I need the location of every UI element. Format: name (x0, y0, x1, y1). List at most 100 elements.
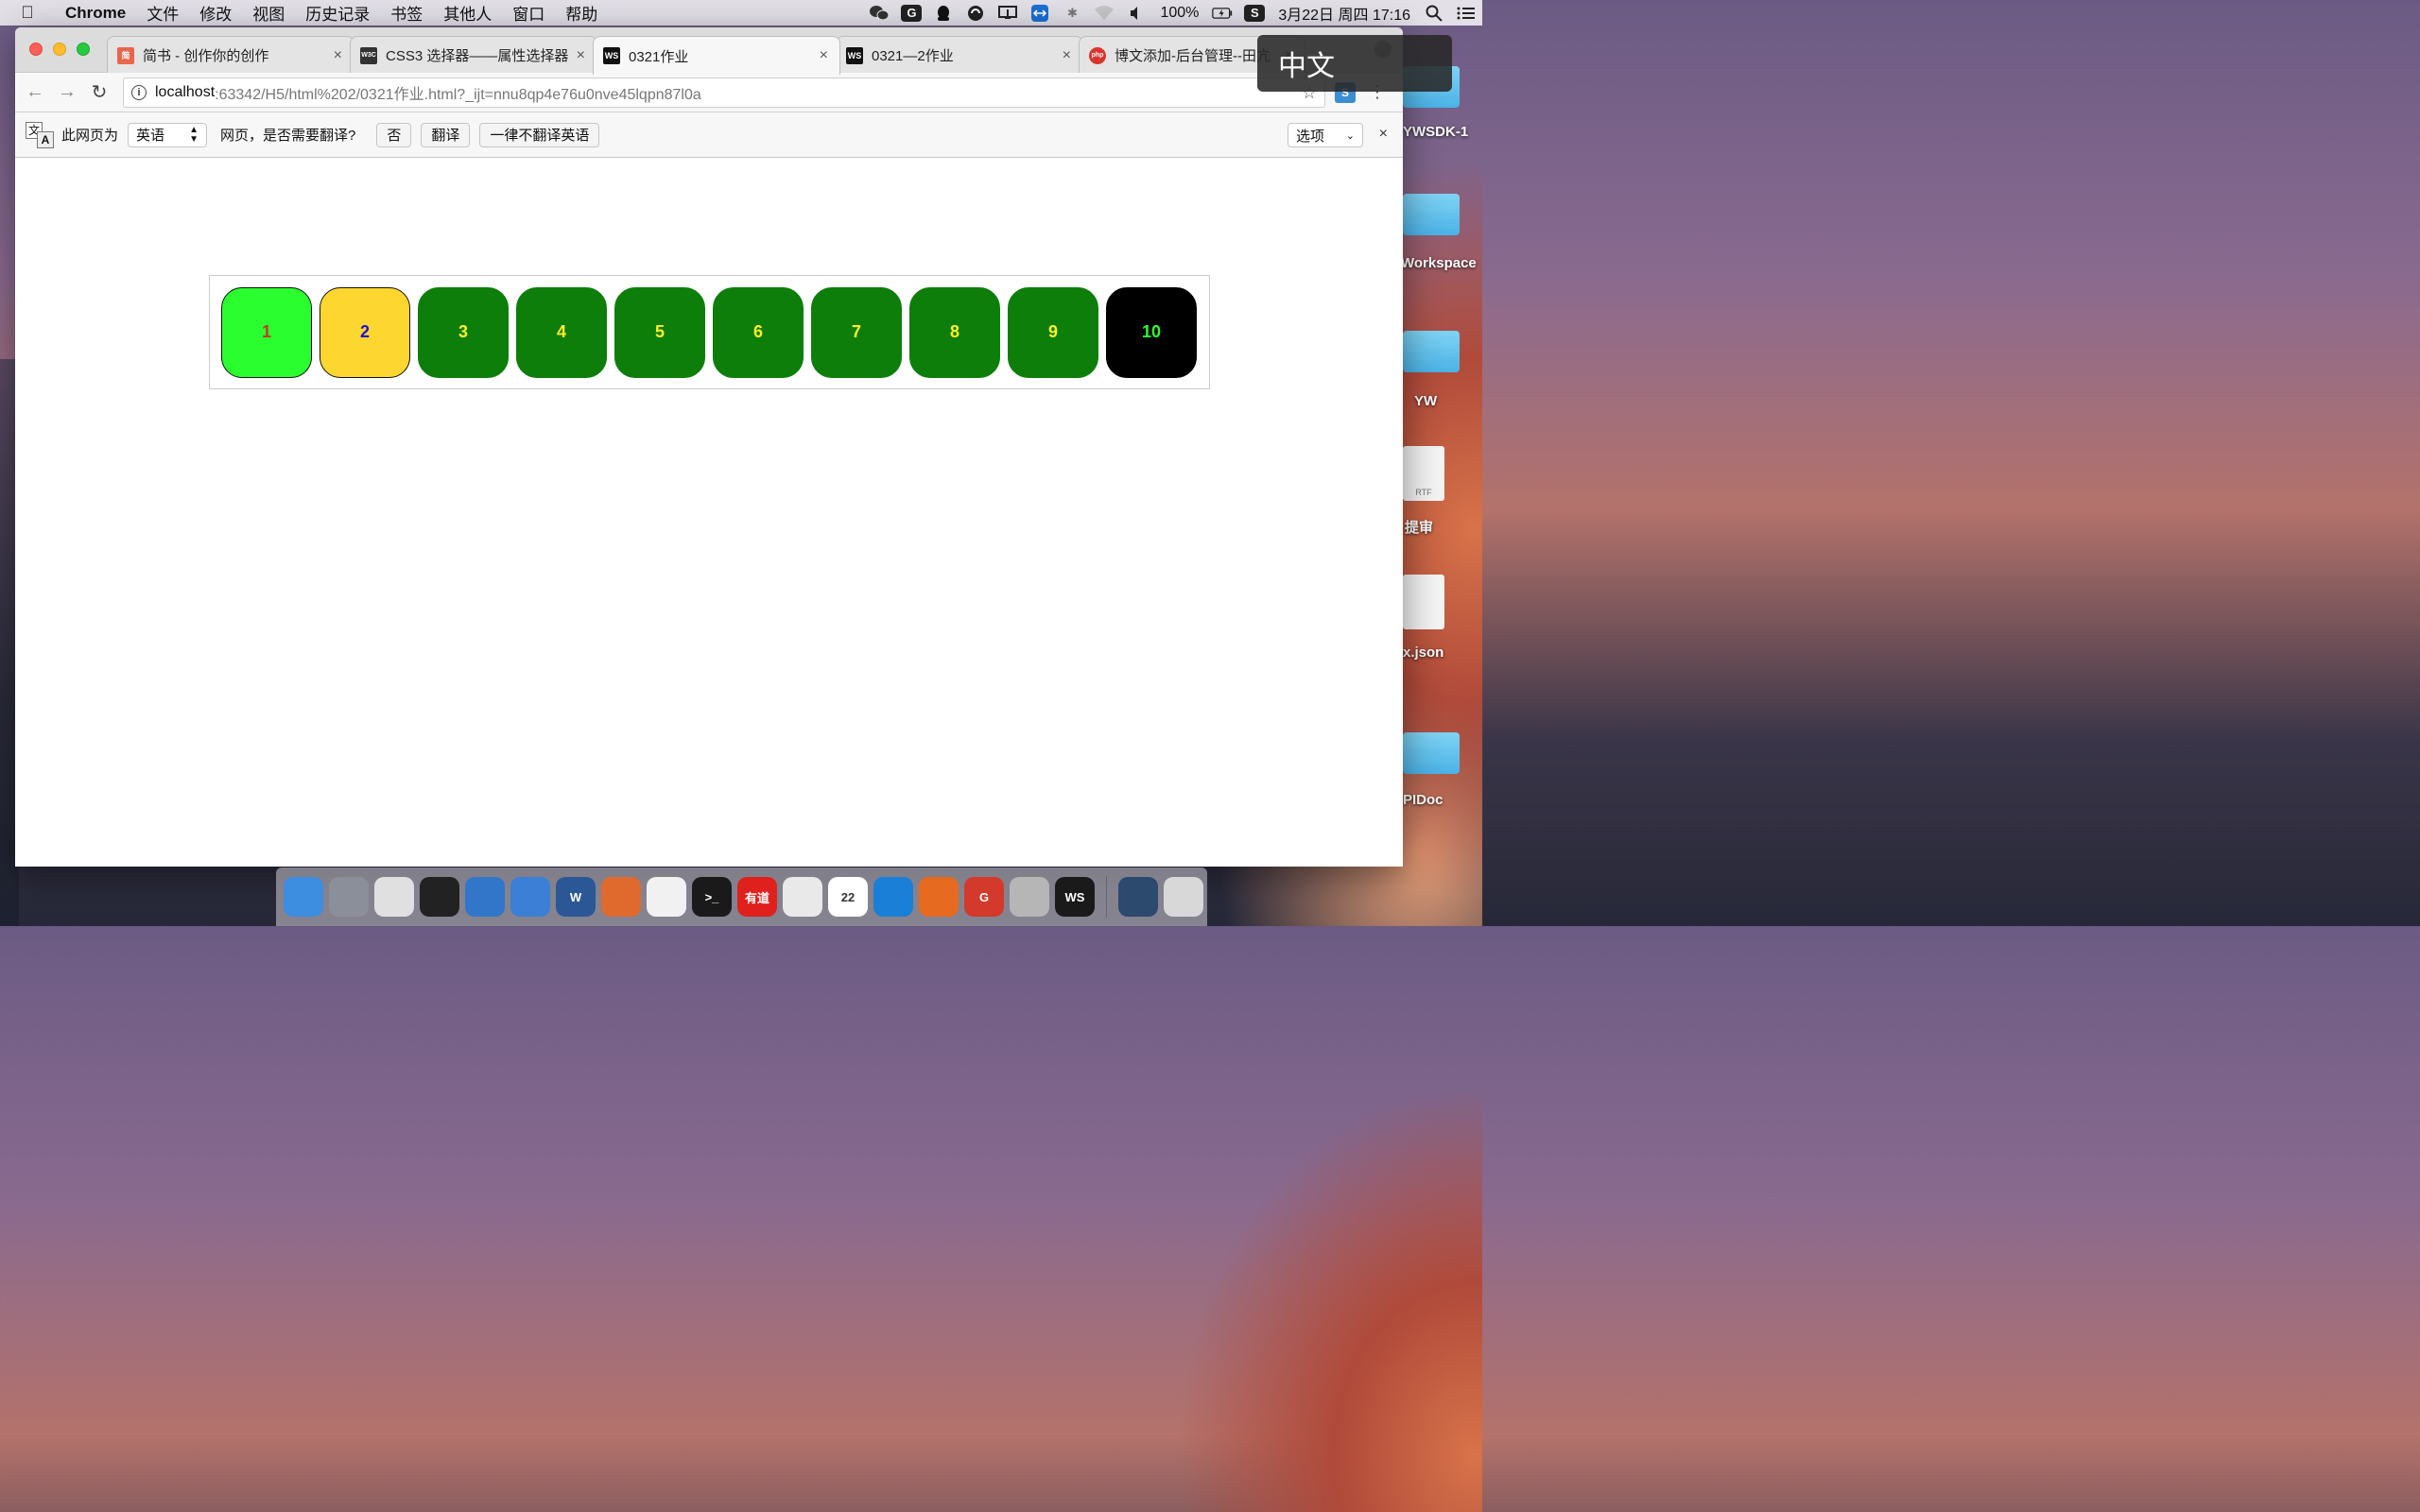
notification-center-icon[interactable] (1456, 5, 1477, 22)
reload-icon[interactable]: ↻ (83, 80, 115, 104)
source-language-value: 英语 (136, 128, 165, 144)
dock-teamviewer-icon[interactable] (873, 877, 913, 917)
ball-item[interactable]: 9 (1008, 286, 1098, 378)
never-translate-button[interactable]: 一律不翻译英语 (479, 122, 600, 147)
wifi-tray-icon[interactable] (1094, 5, 1115, 22)
dock-xcode-icon[interactable] (510, 877, 550, 917)
address-bar[interactable]: i localhost:63342/H5/html%202/0321作业.htm… (123, 77, 1325, 108)
dock-browser-icon[interactable] (465, 877, 505, 917)
battery-percent: 100% (1160, 4, 1200, 21)
menu-bar:  Chrome 文件 修改 视图 历史记录 书签 其他人 窗口 帮助 G ✱ … (0, 0, 1482, 26)
menubar-clock[interactable]: 3月22日 周四 17:16 (1270, 2, 1418, 25)
wechat-tray-icon[interactable] (869, 5, 890, 22)
battery-icon[interactable] (1212, 5, 1233, 22)
translate-no-button[interactable]: 否 (376, 122, 412, 147)
tab-0321[interactable]: WS 0321作业 × (593, 36, 840, 75)
translate-bar-close-icon[interactable]: × (1379, 126, 1388, 143)
tab-css3[interactable]: W3C CSS3 选择器——属性选择器 × (350, 36, 597, 74)
site-info-icon[interactable]: i (131, 84, 147, 100)
chevron-down-icon: ⌄ (1345, 129, 1355, 142)
dock-youdao-icon[interactable]: 有道 (737, 877, 777, 917)
tab-close-icon[interactable]: × (1063, 47, 1071, 64)
dock-screen-icon[interactable] (1118, 877, 1158, 917)
browser-toolbar: ← → ↻ i localhost:63342/H5/html%202/0321… (15, 73, 1403, 112)
dock-chrome-icon[interactable] (374, 877, 414, 917)
translate-options-select[interactable]: 选项 ⌄ (1288, 123, 1363, 147)
desktop-rtf-icon[interactable]: RTF (1403, 446, 1444, 501)
apple-menu-icon[interactable]:  (0, 3, 55, 23)
spotlight-search-icon[interactable] (1424, 5, 1444, 22)
ball-item[interactable]: 10 (1106, 286, 1197, 378)
teamviewer-tray-icon[interactable] (1029, 4, 1050, 22)
source-language-select[interactable]: 英语 ▲ ▼ (128, 122, 208, 147)
tab-title: CSS3 选择器——属性选择器 (386, 48, 569, 64)
bluetooth-tray-icon[interactable]: ✱ (1062, 5, 1082, 22)
desktop-json-icon[interactable] (1403, 575, 1444, 629)
volume-tray-icon[interactable] (1126, 5, 1147, 22)
zoom-window-button[interactable] (77, 43, 90, 56)
ball-item[interactable]: 5 (614, 286, 705, 378)
desktop-item-json[interactable]: x.json (1403, 644, 1443, 661)
ball-item[interactable]: 6 (713, 286, 804, 378)
dock-webstorm-icon[interactable]: WS (1055, 877, 1095, 917)
desktop-item-ywsdk[interactable]: YWSDK-1 (1403, 124, 1468, 140)
dock-gitee-icon[interactable]: G (964, 877, 1004, 917)
ball-item[interactable]: 8 (909, 286, 1000, 378)
dock-textedit-icon[interactable] (647, 877, 686, 917)
desktop-item-pidoc[interactable]: PIDoc (1403, 792, 1443, 808)
menu-history[interactable]: 历史记录 (295, 1, 380, 25)
menu-app-name[interactable]: Chrome (55, 4, 136, 23)
dock-clion-icon[interactable] (601, 877, 641, 917)
menu-file[interactable]: 文件 (136, 1, 189, 25)
ball-list: 1 2 3 4 5 6 7 8 9 10 (209, 275, 1210, 389)
ball-item[interactable]: 1 (221, 286, 312, 378)
chrome-window: 简 简书 - 创作你的创作 × W3C CSS3 选择器——属性选择器 × WS… (15, 27, 1403, 867)
menu-window[interactable]: 窗口 (502, 1, 555, 25)
dock-launchpad-icon[interactable] (329, 877, 369, 917)
ball-item[interactable]: 7 (811, 286, 902, 378)
close-window-button[interactable] (29, 43, 43, 56)
dock-word-icon[interactable]: W (556, 877, 596, 917)
window-controls (29, 43, 90, 56)
forward-arrow-icon[interactable]: → (51, 81, 83, 103)
tab-jianshu[interactable]: 简 简书 - 创作你的创作 × (107, 36, 354, 74)
dock-firefox-icon[interactable] (919, 877, 959, 917)
translate-button[interactable]: 翻译 (421, 122, 471, 147)
dock-finder-icon[interactable] (284, 877, 323, 917)
dock-calendar-icon[interactable]: 22 (828, 877, 868, 917)
sync-tray-icon[interactable] (965, 5, 986, 22)
desktop-item-yw[interactable]: YW (1414, 393, 1437, 409)
desktop-item-tishen[interactable]: 提审 (1405, 517, 1433, 537)
menu-view[interactable]: 视图 (242, 1, 295, 25)
tab-close-icon[interactable]: × (577, 47, 585, 64)
menu-help[interactable]: 帮助 (555, 1, 608, 25)
screen-share-tray-icon[interactable] (997, 5, 1018, 22)
ball-item[interactable]: 2 (320, 286, 410, 378)
menu-edit[interactable]: 修改 (189, 1, 242, 25)
page-viewport: 1 2 3 4 5 6 7 8 9 10 (15, 158, 1403, 867)
dock-wechat-icon[interactable] (783, 877, 822, 917)
ball-item[interactable]: 4 (516, 286, 607, 378)
tab-title: 0321作业 (629, 48, 689, 65)
dock-trash-icon[interactable] (1164, 877, 1203, 917)
tab-close-icon[interactable]: × (334, 47, 342, 64)
select-stepper-icon: ▲ ▼ (189, 124, 199, 145)
ball-item[interactable]: 3 (418, 286, 509, 378)
qq-tray-icon[interactable] (933, 5, 954, 22)
sogou-tray-icon[interactable]: S (1244, 4, 1266, 22)
menu-people[interactable]: 其他人 (433, 1, 502, 25)
menu-bookmarks[interactable]: 书签 (380, 1, 433, 25)
gitee-tray-icon[interactable]: G (901, 4, 923, 22)
dock-qq-icon[interactable] (420, 877, 459, 917)
desktop-folder-icon[interactable] (1403, 331, 1460, 372)
tab-0321-2[interactable]: WS 0321—2作业 × (836, 36, 1083, 74)
desktop-item-workspace[interactable]: Workspace (1401, 255, 1477, 271)
desktop-folder-icon[interactable] (1403, 194, 1460, 235)
back-arrow-icon[interactable]: ← (19, 81, 51, 103)
tab-close-icon[interactable]: × (820, 47, 828, 64)
dock-terminal-icon[interactable]: >_ (692, 877, 732, 917)
dock-keychain-icon[interactable] (1010, 877, 1049, 917)
minimize-window-button[interactable] (53, 43, 66, 56)
desktop-folder-icon[interactable] (1403, 732, 1460, 774)
translate-icon: 文 A (26, 121, 54, 148)
